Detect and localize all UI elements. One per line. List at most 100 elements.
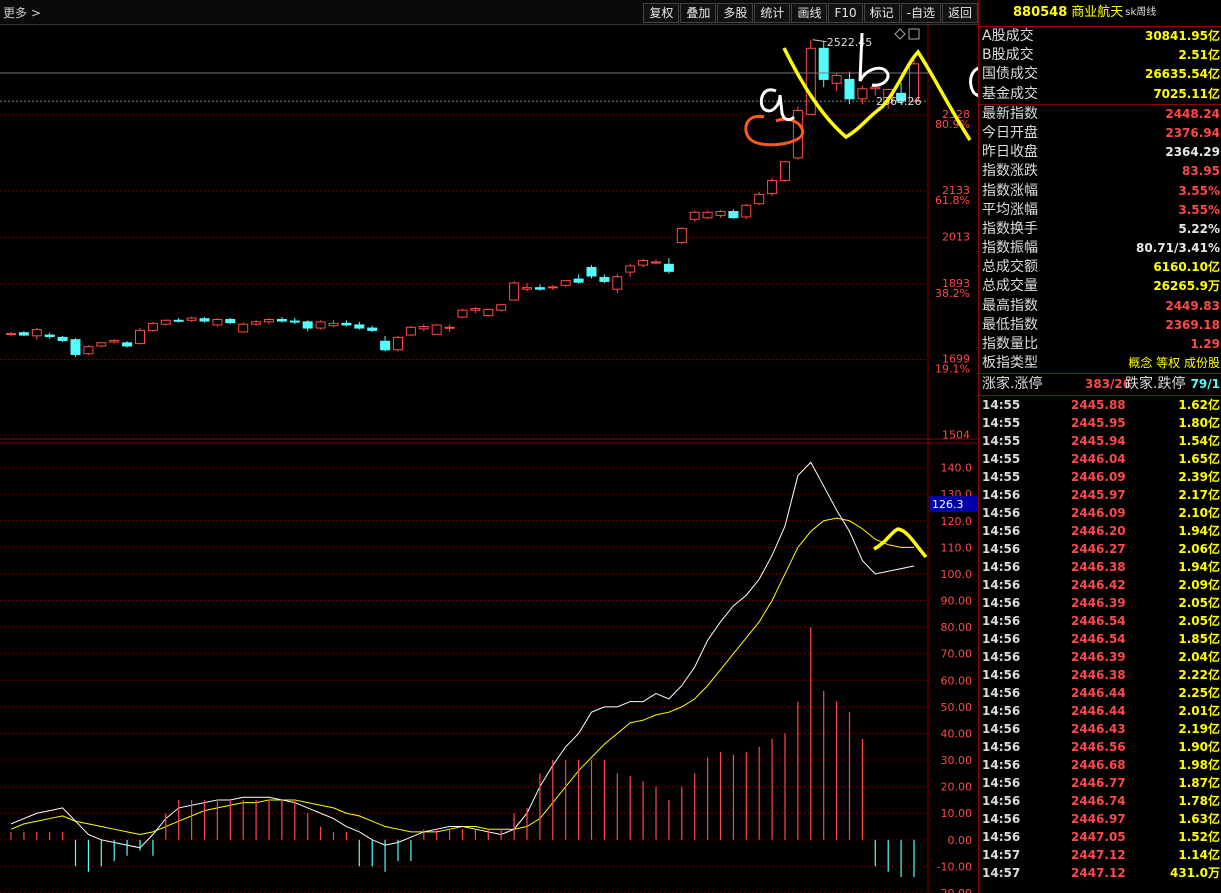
tick-time: 14:55	[982, 470, 1021, 485]
candle-body	[354, 324, 365, 329]
tick-time: 14:56	[982, 830, 1021, 845]
tick-volume: 2.25亿	[1178, 686, 1220, 701]
candle-body	[496, 304, 507, 311]
candle-body	[573, 278, 584, 283]
candle-body	[18, 332, 29, 336]
tick-row: 14:56 2446.97 1.63亿	[979, 810, 1221, 828]
candle-body	[844, 78, 855, 100]
stat-row: 最高指数 2449.83	[982, 297, 1220, 314]
candle-body	[534, 287, 545, 290]
price-tick-label: 38.2%	[935, 287, 970, 300]
candle-body	[522, 287, 532, 290]
tick-price: 2446.09	[1071, 506, 1126, 521]
tick-time: 14:55	[982, 416, 1021, 431]
candle-body	[57, 336, 68, 341]
price-tick-label: 1504	[942, 428, 970, 441]
fuquan-button[interactable]: 复权	[643, 3, 680, 23]
chart-annotations: 2522.452364.26	[0, 28, 928, 108]
candle-body	[276, 319, 287, 322]
candle-body	[457, 309, 468, 318]
tick-row: 14:56 2446.27 2.06亿	[979, 540, 1221, 558]
tick-volume: 2.06亿	[1178, 542, 1220, 557]
more-menu-button[interactable]: 更多 >	[3, 4, 41, 21]
candle-body	[264, 319, 274, 323]
back-button[interactable]: 返回	[941, 3, 978, 23]
tick-row: 14:56 2446.38 1.94亿	[979, 558, 1221, 576]
stat-row: 最低指数 2369.18	[982, 316, 1220, 333]
tick-list[interactable]: 14:55 2445.88 1.62亿 14:55 2445.95 1.80亿 14:55 2…	[979, 396, 1221, 882]
chart-settings-icon	[908, 28, 920, 40]
candle-body	[393, 336, 403, 351]
stat-row: B股成交 2.51亿	[982, 47, 1220, 64]
tick-volume: 2.17亿	[1178, 488, 1220, 503]
indicator-tick-label: 40.00	[941, 727, 973, 740]
tick-time: 14:56	[982, 686, 1021, 701]
candle-body	[6, 332, 16, 335]
indicator-tick-label: -10.00	[937, 860, 972, 873]
index-code: 880548	[1013, 5, 1068, 20]
candle-body	[225, 319, 236, 324]
tick-volume: 1.52亿	[1178, 830, 1220, 845]
tick-time: 14:56	[982, 560, 1021, 575]
tick-row: 14:56 2446.68 1.98亿	[979, 756, 1221, 774]
candle-body	[238, 323, 249, 333]
tick-time: 14:56	[982, 614, 1021, 629]
price-axis: 1504169919.1%189338.2%2013213361.8%23288…	[929, 108, 977, 893]
candle-body	[805, 47, 816, 115]
stat-row: 指数涨跌 83.95	[982, 163, 1220, 180]
stock-chart-area[interactable]: 1504169919.1%189338.2%2013213361.8%23288…	[0, 25, 978, 893]
stat-row: 昨日收盘 2364.29	[982, 144, 1220, 161]
tick-row: 14:56 2446.54 1.85亿	[979, 630, 1221, 648]
tick-time: 14:56	[982, 740, 1021, 755]
candle-body	[612, 276, 623, 290]
indicator-tick-label: 110.0	[941, 541, 973, 554]
tick-volume: 1.78亿	[1178, 794, 1220, 809]
indicator-line	[10, 517, 914, 836]
tick-row: 14:56 2446.74 1.78亿	[979, 792, 1221, 810]
tick-time: 14:56	[982, 596, 1021, 611]
tick-price: 2446.39	[1071, 650, 1126, 665]
concept-tags[interactable]: 概念 等权 成份股	[1128, 354, 1220, 373]
candle-body	[663, 263, 674, 272]
candle-body	[599, 277, 610, 282]
f10-button[interactable]: F10	[828, 3, 863, 23]
tick-volume: 2.09亿	[1178, 578, 1220, 593]
tick-time: 14:56	[982, 776, 1021, 791]
overlay-button[interactable]: 叠加	[680, 3, 717, 23]
remove-watchlist-button[interactable]: -自选	[900, 3, 941, 23]
statistics-button[interactable]: 统计	[754, 3, 791, 23]
mark-button[interactable]: 标记	[863, 3, 900, 23]
handdrawn-c-letter	[969, 66, 978, 97]
tick-time: 14:57	[982, 866, 1021, 881]
candlestick-series	[6, 39, 919, 357]
multi-stock-button[interactable]: 多股	[717, 3, 754, 23]
tick-volume: 2.01亿	[1178, 704, 1220, 719]
tick-time: 14:55	[982, 452, 1021, 467]
candle-body	[135, 329, 145, 345]
candle-body	[728, 210, 739, 219]
tick-time: 14:56	[982, 812, 1021, 827]
tick-price: 2445.94	[1071, 434, 1126, 449]
candle-body	[315, 321, 326, 329]
candle-body	[186, 317, 197, 321]
tick-row: 14:55 2445.88 1.62亿	[979, 396, 1221, 414]
tick-row: 14:56 2446.42 2.09亿	[979, 576, 1221, 594]
tick-row: 14:56 2446.09 2.10亿	[979, 504, 1221, 522]
candle-body	[818, 47, 829, 80]
candle-body	[831, 75, 842, 84]
tick-time: 14:56	[982, 578, 1021, 593]
indicator-tick-label: 70.00	[941, 648, 973, 661]
chart-toolbar: 更多 > 复权 叠加 多股 统计 画线 F10 标记 -自选 返回	[0, 0, 978, 25]
tick-row: 14:56 2446.44 2.25亿	[979, 684, 1221, 702]
candle-body	[147, 322, 158, 331]
candle-body	[702, 211, 713, 219]
draw-line-button[interactable]: 画线	[791, 3, 828, 23]
candle-body	[509, 282, 520, 301]
high-annotation: 2522.45	[827, 36, 873, 49]
candle-body	[96, 342, 107, 347]
indicator-tick-label: 30.00	[941, 754, 973, 767]
tick-price: 2447.12	[1071, 866, 1126, 881]
stat-row: 国债成交 26635.54亿	[982, 66, 1220, 83]
stat-row: 指数涨幅 3.55%	[982, 182, 1220, 199]
candle-body	[560, 280, 571, 286]
